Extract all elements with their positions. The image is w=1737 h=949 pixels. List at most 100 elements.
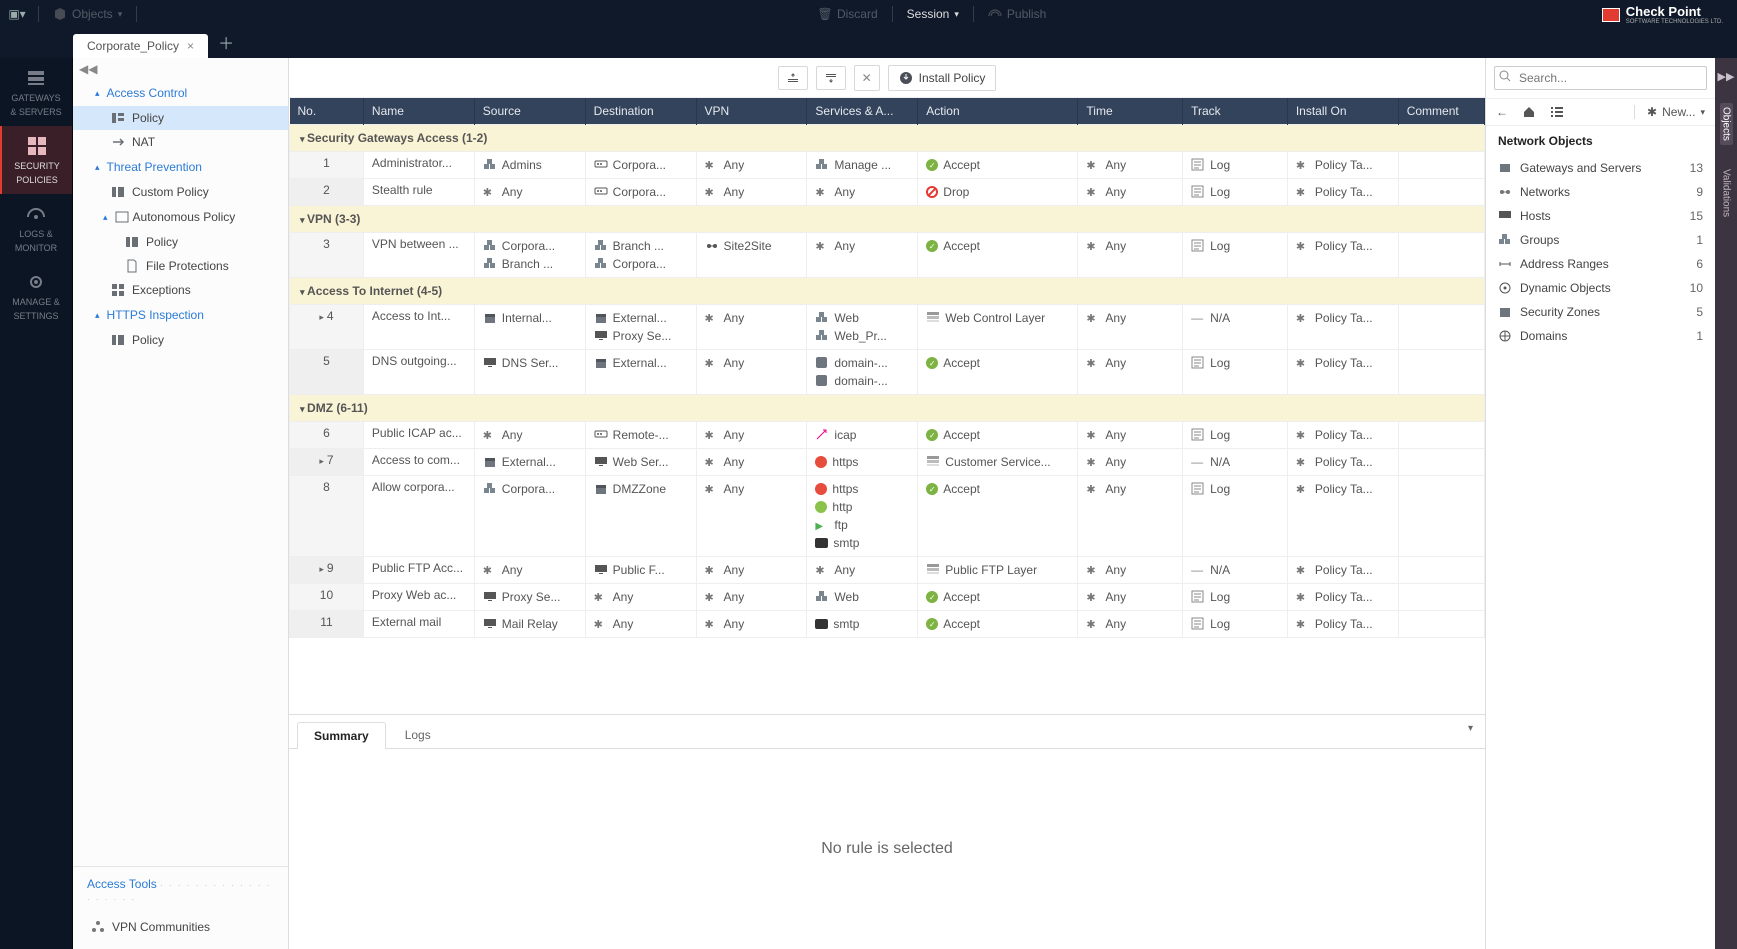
cell-value[interactable]: icap (815, 426, 909, 444)
tab-summary[interactable]: Summary (297, 722, 386, 749)
section-autonomous-policy[interactable]: Autonomous Policy (73, 204, 288, 230)
cell-value[interactable]: Site2Site (705, 237, 799, 255)
cell-source[interactable]: Admins (474, 152, 585, 179)
rules-section-header[interactable]: Access To Internet (4-5) (290, 278, 1485, 305)
column-header[interactable]: Services & A... (807, 98, 918, 125)
cell-value[interactable]: Corpora... (483, 237, 577, 255)
cell-value[interactable]: Any (1086, 183, 1174, 201)
cell-value[interactable]: Any (594, 615, 688, 633)
cell-value[interactable]: Any (1086, 354, 1174, 372)
cell-source[interactable]: Corpora... (474, 476, 585, 557)
cell-time[interactable]: Any (1078, 233, 1183, 278)
cell-comments[interactable] (1398, 557, 1484, 584)
cell-value[interactable]: Any (705, 354, 799, 372)
rules-section-header[interactable]: DMZ (6-11) (290, 395, 1485, 422)
cell-vpn[interactable]: Any (696, 422, 807, 449)
cell-value[interactable]: External... (594, 354, 688, 372)
cell-destination[interactable]: External...Proxy Se... (585, 305, 696, 350)
rail-tab-validations[interactable]: Validations (1720, 165, 1733, 221)
cell-comments[interactable] (1398, 449, 1484, 476)
cell-value[interactable]: Any (705, 480, 799, 498)
cell-vpn[interactable]: Any (696, 179, 807, 206)
cell-value[interactable]: Admins (483, 156, 577, 174)
rail-tab-objects[interactable]: Objects (1720, 103, 1733, 145)
cell-services[interactable]: icap (807, 422, 918, 449)
cell-value[interactable]: Any (705, 561, 799, 579)
cell-name[interactable]: Access to com... (363, 449, 474, 476)
add-rule-above-button[interactable] (778, 66, 808, 90)
cell-track[interactable]: N/A (1183, 557, 1288, 584)
cell-no[interactable]: 3 (290, 233, 364, 278)
cell-action[interactable]: Accept (918, 611, 1078, 638)
cell-no[interactable]: 10 (290, 584, 364, 611)
objects-category-item[interactable]: Security Zones5 (1486, 300, 1715, 324)
cell-value[interactable]: Any (705, 453, 799, 471)
cell-track[interactable]: N/A (1183, 449, 1288, 476)
nav-security-policies[interactable]: SECURITY POLICIES (0, 126, 72, 194)
list-view-button[interactable] (1550, 105, 1564, 119)
cell-no[interactable]: ▸7 (290, 449, 364, 476)
column-header[interactable]: No. (290, 98, 364, 125)
cell-value[interactable]: Any (1086, 237, 1174, 255)
cell-source[interactable]: DNS Ser... (474, 350, 585, 395)
cell-action[interactable]: Public FTP Layer (918, 557, 1078, 584)
cell-value[interactable]: http (815, 498, 909, 516)
cell-source[interactable]: Corpora...Branch ... (474, 233, 585, 278)
cell-vpn[interactable]: Site2Site (696, 233, 807, 278)
cell-value[interactable]: Internal... (483, 309, 577, 327)
cell-action[interactable]: Accept (918, 584, 1078, 611)
cell-comments[interactable] (1398, 152, 1484, 179)
cell-track[interactable]: Log (1183, 152, 1288, 179)
cell-services[interactable]: Any (807, 179, 918, 206)
cell-value[interactable]: External... (483, 453, 577, 471)
cell-comments[interactable] (1398, 350, 1484, 395)
cell-value[interactable]: Any (815, 183, 909, 201)
cell-value[interactable]: Any (1086, 561, 1174, 579)
objects-category-item[interactable]: Groups1 (1486, 228, 1715, 252)
rules-section-header[interactable]: Security Gateways Access (1-2) (290, 125, 1485, 152)
cell-track[interactable]: Log (1183, 350, 1288, 395)
cell-destination[interactable]: Corpora... (585, 179, 696, 206)
cell-value[interactable]: Branch ... (594, 237, 688, 255)
cell-time[interactable]: Any (1078, 422, 1183, 449)
cell-services[interactable]: Any (807, 233, 918, 278)
discard-button[interactable]: 🗑 Discard (818, 7, 878, 21)
rules-grid[interactable]: No.NameSourceDestinationVPNServices & A.… (289, 98, 1485, 714)
cell-value[interactable]: DMZZone (594, 480, 688, 498)
cell-destination[interactable]: DMZZone (585, 476, 696, 557)
cell-services[interactable]: WebWeb_Pr... (807, 305, 918, 350)
cell-value[interactable]: Any (1086, 453, 1174, 471)
cell-destination[interactable]: Branch ...Corpora... (585, 233, 696, 278)
cell-value[interactable]: Manage ... (815, 156, 909, 174)
home-button[interactable] (1522, 105, 1536, 119)
cell-value[interactable]: Policy Ta... (1296, 354, 1390, 372)
cell-name[interactable]: Public ICAP ac... (363, 422, 474, 449)
cell-value[interactable]: ftp (815, 516, 909, 534)
cell-destination[interactable]: Public F... (585, 557, 696, 584)
expand-rail-button[interactable]: ▶▶ (1718, 70, 1735, 83)
collapse-details-button[interactable]: ▾ (1468, 723, 1473, 734)
cell-track[interactable]: Log (1183, 233, 1288, 278)
cell-value[interactable]: Proxy Se... (483, 588, 577, 606)
cell-value[interactable]: Web_Pr... (815, 327, 909, 345)
cell-vpn[interactable]: Any (696, 476, 807, 557)
cell-time[interactable]: Any (1078, 449, 1183, 476)
objects-category-item[interactable]: Domains1 (1486, 324, 1715, 348)
column-header[interactable]: Install On (1287, 98, 1398, 125)
cell-value[interactable]: Any (815, 237, 909, 255)
cell-services[interactable]: Web (807, 584, 918, 611)
cell-comments[interactable] (1398, 179, 1484, 206)
cell-value[interactable]: Any (815, 561, 909, 579)
cell-action[interactable]: Drop (918, 179, 1078, 206)
cell-value[interactable]: Any (705, 309, 799, 327)
cell-value[interactable]: Policy Ta... (1296, 156, 1390, 174)
objects-category-item[interactable]: Address Ranges6 (1486, 252, 1715, 276)
rule-row[interactable]: ▸7Access to com...External...Web Ser...A… (290, 449, 1485, 476)
rule-row[interactable]: 5DNS outgoing...DNS Ser...External...Any… (290, 350, 1485, 395)
cell-time[interactable]: Any (1078, 350, 1183, 395)
cell-value[interactable]: domain-... (815, 372, 909, 390)
add-tab-button[interactable]: ＋ (208, 26, 244, 58)
cell-services[interactable]: Manage ... (807, 152, 918, 179)
cell-time[interactable]: Any (1078, 476, 1183, 557)
rule-row[interactable]: ▸9Public FTP Acc...AnyPublic F...AnyAnyP… (290, 557, 1485, 584)
